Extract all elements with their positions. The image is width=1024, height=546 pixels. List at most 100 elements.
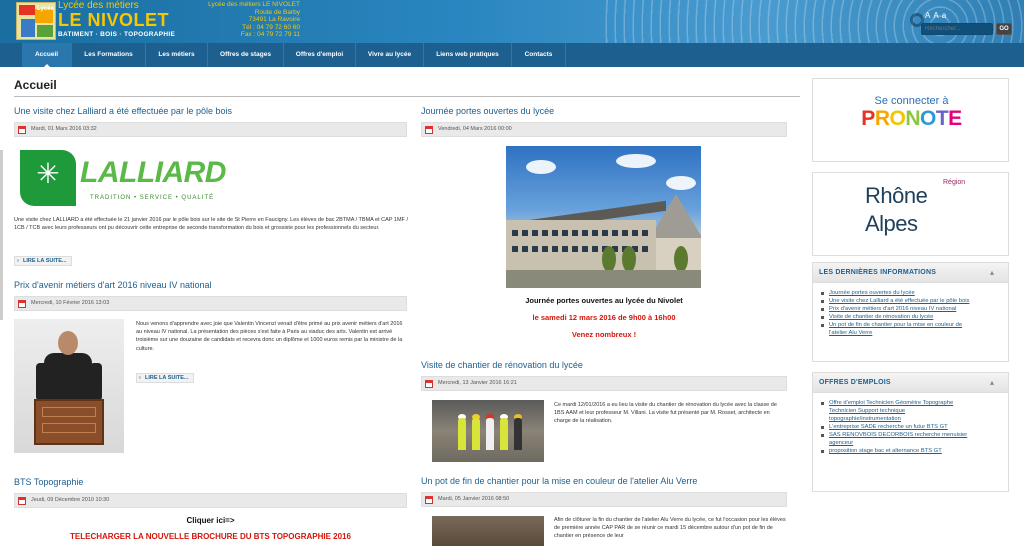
latest-info-item[interactable]: Une visite chez Lalliard a été effectuée…	[821, 297, 1003, 305]
search-button[interactable]: GO	[996, 23, 1012, 35]
latest-info-title: LES DERNIÈRES INFORMATIONS	[819, 269, 937, 276]
article-date: Mercredi, 10 Février 2016 13:03	[31, 300, 110, 306]
job-offer-item[interactable]: proposition stage bac et alternance BTS …	[821, 447, 1003, 455]
jpo-caption: Journée portes ouvertes au lycée du Nivo…	[525, 296, 683, 305]
job-offers-panel: OFFRES D'EMPLOIS ▴ Offre d'emploi Techni…	[812, 372, 1009, 492]
pronote-letter: N	[905, 107, 920, 130]
collapse-icon[interactable]: ▴	[990, 268, 994, 277]
rhone-logo-line1: Rhône	[865, 183, 928, 208]
latest-info-item[interactable]: Prix d'avenir métiers d'art 2016 niveau …	[821, 305, 1003, 313]
article-title-prix[interactable]: Prix d'avenir métiers d'art 2016 niveau …	[14, 280, 212, 290]
article-date: Mardi, 01 Mars 2016 03:32	[31, 126, 97, 132]
article-summary: Afin de clôturer la fin du chantier de l…	[554, 517, 786, 540]
article-summary: Une visite chez LALLIARD a été effectuée…	[14, 217, 408, 232]
construction-visit-photo	[432, 400, 544, 462]
edelweiss-icon: ✳	[20, 150, 76, 206]
pronote-logo: PRONOTE	[813, 107, 1010, 131]
site-tagline: BATIMENT · BOIS · TOPOGRAPHIE	[58, 31, 176, 38]
brochure-download-link[interactable]: TELECHARGER LA NOUVELLE BROCHURE DU BTS …	[14, 532, 407, 541]
pronote-banner[interactable]: Se connecter à PRONOTE	[812, 78, 1009, 162]
article-title-lalliard[interactable]: Une visite chez Lalliard a été effectuée…	[14, 106, 232, 116]
calendar-icon	[425, 496, 433, 504]
collapse-icon[interactable]: ▴	[990, 378, 994, 387]
address-line: Route de Barby	[254, 8, 300, 16]
search-input[interactable]	[921, 23, 993, 35]
title-divider	[14, 96, 800, 97]
article-date: Mercredi, 13 Janvier 2016 16:21	[438, 380, 517, 386]
article-meta: Mardi, 05 Janvier 2016 08:50	[421, 492, 787, 507]
article-meta: Vendredi, 04 Mars 2016 00:00	[421, 122, 787, 137]
nav-offres-emploi[interactable]: Offres d'emploi	[284, 43, 356, 67]
latest-info-item[interactable]: Un pot de fin de chantier pour la mise e…	[821, 321, 1003, 329]
job-offer-item[interactable]: SAS RENOVBOIS DECORBOIS recherche menuis…	[821, 431, 1003, 439]
latest-info-header[interactable]: LES DERNIÈRES INFORMATIONS ▴	[813, 263, 1008, 283]
header-map-background	[604, 0, 1024, 43]
job-offers-title: OFFRES D'EMPLOIS	[819, 379, 891, 386]
school-building-photo	[506, 146, 701, 288]
pronote-letter: O	[889, 107, 906, 130]
nav-accueil[interactable]: Accueil	[22, 43, 72, 67]
jpo-welcome: Venez nombreux !	[571, 330, 637, 339]
job-offer-item-continued[interactable]: topographie/instrumentation	[825, 415, 1003, 423]
lalliard-logo-word: LALLIARD	[80, 156, 226, 189]
font-size-controls: AAa	[925, 11, 949, 20]
site-header: Lycée Lycée des métiers LE NIVOLET BATIM…	[0, 0, 1024, 43]
nav-metiers[interactable]: Les métiers	[146, 43, 208, 67]
site-name[interactable]: LE NIVOLET	[58, 10, 169, 31]
rhone-region-label: Région	[943, 179, 966, 186]
job-offer-item[interactable]: Offre d'emploi Technicien Géomètre Topog…	[821, 399, 1003, 407]
aluverre-photo	[432, 516, 544, 546]
nav-liens-web[interactable]: Liens web pratiques	[424, 43, 512, 67]
latest-info-item-continued[interactable]: l'atelier Alu Verre	[825, 329, 1003, 337]
nav-offres-stages[interactable]: Offres de stages	[208, 43, 284, 67]
nav-formations[interactable]: Les Formations	[72, 43, 146, 67]
job-offers-header[interactable]: OFFRES D'EMPLOIS ▴	[813, 373, 1008, 393]
latest-info-item[interactable]: Visite de chantier de rénovation du lycé…	[821, 313, 1003, 321]
article-meta: Jeudi, 09 Décembre 2010 10:30	[14, 493, 407, 508]
address-line: 73491 La Ravoire	[248, 16, 300, 24]
latest-info-item[interactable]: Journée portes ouvertes du lycée	[821, 289, 1003, 297]
pronote-letter: O	[920, 107, 936, 130]
article-title-jpo[interactable]: Journée portes ouvertes du lycée	[421, 106, 554, 116]
calendar-icon	[425, 380, 433, 388]
font-increase-icon[interactable]: A	[925, 11, 933, 20]
job-offer-item-continued[interactable]: agenceur	[825, 439, 1003, 447]
article-title-bts[interactable]: BTS Topographie	[14, 477, 83, 487]
nav-contacts[interactable]: Contacts	[512, 43, 566, 67]
click-here-text: Cliquer ici=>	[186, 516, 235, 525]
article-date: Vendredi, 04 Mars 2016 00:00	[438, 126, 512, 132]
nav-vivre-lycee[interactable]: Vivre au lycée	[356, 43, 424, 67]
jpo-date-line: le samedi 12 mars 2016 de 9h00 à 16h00	[532, 313, 676, 322]
article-summary: Ce mardi 12/01/2016 a eu lieu la visite …	[554, 402, 777, 425]
latest-info-list: Journée portes ouvertes du lycée Une vis…	[821, 289, 1003, 337]
lalliard-logo-slogan: TRADITION • SERVICE • QUALITÉ	[90, 195, 215, 201]
read-more-button[interactable]: LIRE LA SUITE...	[136, 373, 194, 383]
article-date: Jeudi, 09 Décembre 2010 10:30	[31, 497, 110, 503]
calendar-icon	[425, 126, 433, 134]
job-offers-list: Offre d'emploi Technicien Géomètre Topog…	[821, 399, 1003, 455]
font-decrease-icon[interactable]: a	[942, 11, 949, 20]
read-more-button[interactable]: LIRE LA SUITE...	[14, 256, 72, 266]
school-logo[interactable]: Lycée	[16, 2, 56, 40]
article-title-aluverre[interactable]: Un pot de fin de chantier pour la mise e…	[421, 476, 697, 486]
pronote-letter: E	[948, 107, 962, 130]
rhone-alpes-banner[interactable]: Région Rhône Alpes	[812, 172, 1009, 256]
rhone-logo-line2: Alpes	[865, 211, 918, 236]
calendar-icon	[18, 497, 26, 505]
page-title: Accueil	[14, 78, 57, 92]
job-offer-item[interactable]: L'entreprise SADE recherche un futur BTS…	[821, 423, 1003, 431]
article-meta: Mercredi, 10 Février 2016 13:03	[14, 296, 407, 311]
job-offer-item-continued[interactable]: Technicien Support technique	[825, 407, 1003, 415]
school-address: Lycée des métiers LE NIVOLET Route de Ba…	[204, 1, 300, 39]
pronote-connect-label: Se connecter à	[874, 95, 949, 107]
article-meta: Mercredi, 13 Janvier 2016 16:21	[421, 376, 787, 391]
article-title-chantier[interactable]: Visite de chantier de rénovation du lycé…	[421, 360, 583, 370]
calendar-icon	[18, 126, 26, 134]
address-phone: Tél : 04 79 72 60 60	[242, 23, 300, 31]
article-date: Mardi, 05 Janvier 2016 08:50	[438, 496, 510, 502]
article-meta: Mardi, 01 Mars 2016 03:32	[14, 122, 407, 137]
left-edge-tab	[0, 150, 3, 320]
pronote-letter: P	[861, 107, 875, 130]
address-line: Lycée des métiers LE NIVOLET	[208, 1, 300, 8]
font-reset-icon[interactable]: A	[933, 11, 941, 20]
